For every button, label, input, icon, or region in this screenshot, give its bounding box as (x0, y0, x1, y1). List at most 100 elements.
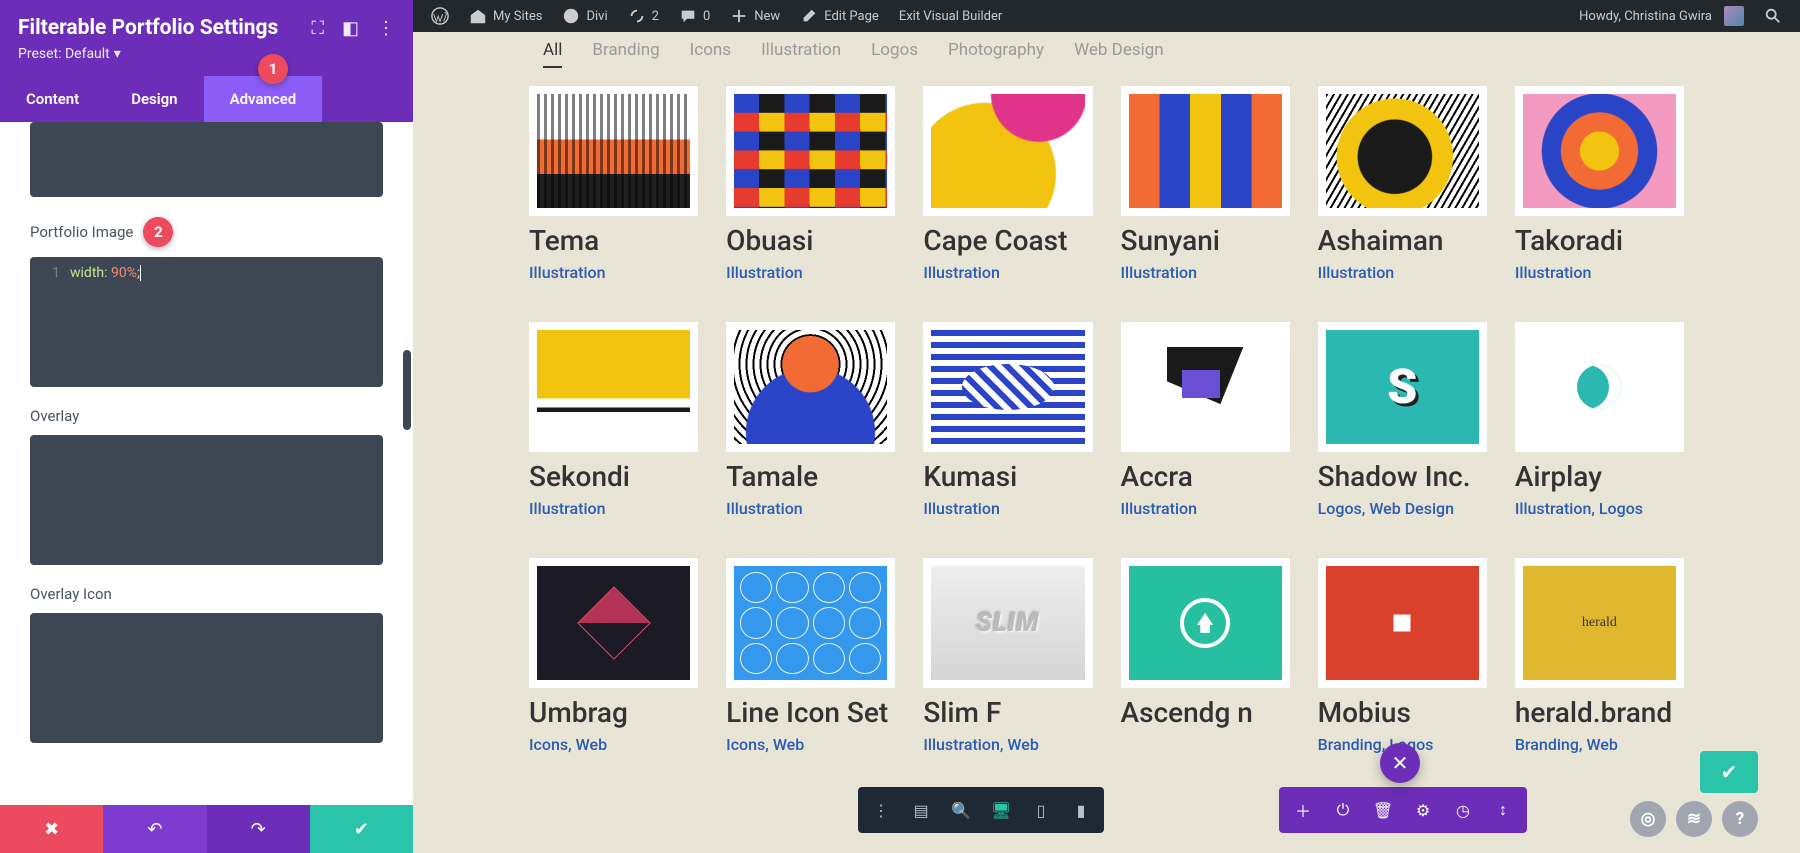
thumbnail-art (734, 566, 887, 680)
portfolio-item[interactable]: AshaimanIllustration (1318, 86, 1487, 282)
portfolio-item[interactable]: heraldherald.brandBranding, Web (1515, 558, 1684, 754)
portfolio-item[interactable]: MobiusBranding, Logos (1318, 558, 1487, 754)
help-icon[interactable]: ? (1722, 801, 1758, 837)
save-button[interactable]: ✔ (310, 805, 413, 853)
settings-body: Portfolio Image 2 1 width: 90%; Overlay … (0, 122, 413, 805)
portfolio-categories[interactable]: Illustration (1121, 499, 1290, 518)
portfolio-categories[interactable]: Illustration (726, 499, 895, 518)
portfolio-image-label: Portfolio Image 2 (30, 217, 383, 247)
portfolio-item[interactable]: AccraIllustration (1121, 322, 1290, 518)
trash-icon[interactable]: 🗑 (1363, 793, 1403, 827)
portfolio-categories[interactable]: Illustration (1515, 263, 1684, 282)
code-editor-portfolio-image[interactable]: 1 width: 90%; (30, 257, 383, 387)
thumbnail-art (734, 330, 887, 444)
layers-icon[interactable]: ◎ (1630, 801, 1666, 837)
thumbnail-art (1523, 330, 1676, 444)
exit-visual-builder[interactable]: Exit Visual Builder (889, 0, 1012, 32)
preset-selector[interactable]: Preset: Default▾ (18, 46, 395, 62)
portfolio-item[interactable]: Line Icon SetIcons, Web (726, 558, 895, 754)
account[interactable]: Howdy, Christina Gwira (1569, 0, 1754, 32)
overlay-icon-label: Overlay Icon (30, 585, 383, 603)
portfolio-item[interactable]: SunyaniIllustration (1121, 86, 1290, 282)
tablet-view-icon[interactable]: ▯ (1022, 793, 1060, 827)
portfolio-categories[interactable]: Illustration (529, 263, 698, 282)
portfolio-item[interactable]: AirplayIllustration, Logos (1515, 322, 1684, 518)
kebab-icon[interactable]: ⋮ (377, 18, 395, 39)
filter-illustration[interactable]: Illustration (761, 40, 841, 68)
portfolio-title: Sekondi (529, 462, 698, 493)
code-editor-overlay-icon[interactable] (30, 613, 383, 743)
site-name[interactable]: Divi (552, 0, 617, 32)
portfolio-categories[interactable]: Icons, Web (726, 735, 895, 754)
code-editor-overlay[interactable] (30, 435, 383, 565)
tab-design[interactable]: Design (105, 76, 203, 122)
portfolio-categories[interactable]: Illustration (923, 499, 1092, 518)
cancel-button[interactable]: ✖ (0, 805, 103, 853)
gear-icon[interactable]: ⚙ (1403, 793, 1443, 827)
portfolio-item[interactable]: Cape CoastIllustration (923, 86, 1092, 282)
portfolio-categories[interactable]: Illustration (923, 263, 1092, 282)
filter-logos[interactable]: Logos (871, 40, 918, 68)
my-sites[interactable]: My Sites (459, 0, 552, 32)
tab-content[interactable]: Content (0, 76, 105, 122)
snap-icon[interactable]: ◧ (342, 18, 359, 39)
sort-icon[interactable]: ↕ (1483, 793, 1523, 827)
phone-view-icon[interactable]: ▮ (1062, 793, 1100, 827)
expand-icon[interactable]: ⛶ (311, 18, 324, 39)
portfolio-thumb (1318, 322, 1487, 452)
portfolio-categories[interactable]: Illustration (1121, 263, 1290, 282)
portfolio-title: herald.brand (1515, 698, 1684, 729)
search-icon[interactable] (1754, 0, 1792, 32)
new-content[interactable]: New (720, 0, 790, 32)
filter-web-design[interactable]: Web Design (1074, 40, 1164, 68)
thumbnail-art (537, 94, 690, 208)
portfolio-categories[interactable]: Illustration (1318, 263, 1487, 282)
portfolio-thumb (923, 322, 1092, 452)
wireframe-view-icon[interactable]: ▤ (902, 793, 940, 827)
scrollbar-thumb[interactable] (403, 350, 411, 430)
portfolio-item[interactable]: TakoradiIllustration (1515, 86, 1684, 282)
menu-icon[interactable]: ⋮ (862, 793, 900, 827)
thumbnail-art (931, 330, 1084, 444)
close-toolbar-button[interactable]: ✕ (1380, 743, 1420, 783)
redo-button[interactable]: ↷ (207, 805, 310, 853)
portfolio-item[interactable]: TemaIllustration (529, 86, 698, 282)
stack-icon[interactable]: ≋ (1676, 801, 1712, 837)
portfolio-categories[interactable]: Illustration (726, 263, 895, 282)
portfolio-item[interactable]: ObuasiIllustration (726, 86, 895, 282)
undo-button[interactable]: ↶ (103, 805, 206, 853)
portfolio-item[interactable]: SLIMSlim FIllustration, Web (923, 558, 1092, 754)
portfolio-item[interactable]: TamaleIllustration (726, 322, 895, 518)
power-icon[interactable]: ⏻ (1323, 793, 1363, 827)
comments[interactable]: 0 (669, 0, 720, 32)
portfolio-categories[interactable]: Illustration (529, 499, 698, 518)
filter-all[interactable]: All (543, 40, 562, 68)
wp-logo[interactable] (421, 0, 459, 32)
portfolio-item[interactable]: KumasiIllustration (923, 322, 1092, 518)
portfolio-categories[interactable]: Illustration, Logos (1515, 499, 1684, 518)
thumbnail-art (1129, 330, 1282, 444)
portfolio-categories[interactable]: Logos, Web Design (1318, 499, 1487, 518)
portfolio-item[interactable]: Shadow Inc.Logos, Web Design (1318, 322, 1487, 518)
code-editor-prev[interactable] (30, 122, 383, 197)
portfolio-categories[interactable]: Branding, Web (1515, 735, 1684, 754)
publish-button[interactable]: ✔ (1700, 751, 1758, 793)
portfolio-item[interactable]: Ascendg n (1121, 558, 1290, 754)
portfolio-categories[interactable]: Icons, Web (529, 735, 698, 754)
filter-branding[interactable]: Branding (592, 40, 659, 68)
updates[interactable]: 2 (618, 0, 669, 32)
desktop-view-icon[interactable]: 🖥 (982, 793, 1020, 827)
avatar (1724, 6, 1744, 26)
history-icon[interactable]: ◷ (1443, 793, 1483, 827)
filter-icons[interactable]: Icons (690, 40, 731, 68)
zoom-icon[interactable]: 🔍 (942, 793, 980, 827)
portfolio-categories[interactable]: Illustration, Web (923, 735, 1092, 754)
tab-advanced[interactable]: Advanced (204, 76, 323, 122)
filter-photography[interactable]: Photography (948, 40, 1044, 68)
portfolio-item[interactable]: UmbragIcons, Web (529, 558, 698, 754)
howdy-text: Howdy, Christina Gwira (1579, 9, 1712, 24)
add-icon[interactable]: ＋ (1283, 793, 1323, 827)
portfolio-item[interactable]: Sekondi Illustration (529, 322, 698, 518)
settings-title: Filterable Portfolio Settings (18, 16, 278, 40)
edit-page[interactable]: Edit Page (790, 0, 889, 32)
